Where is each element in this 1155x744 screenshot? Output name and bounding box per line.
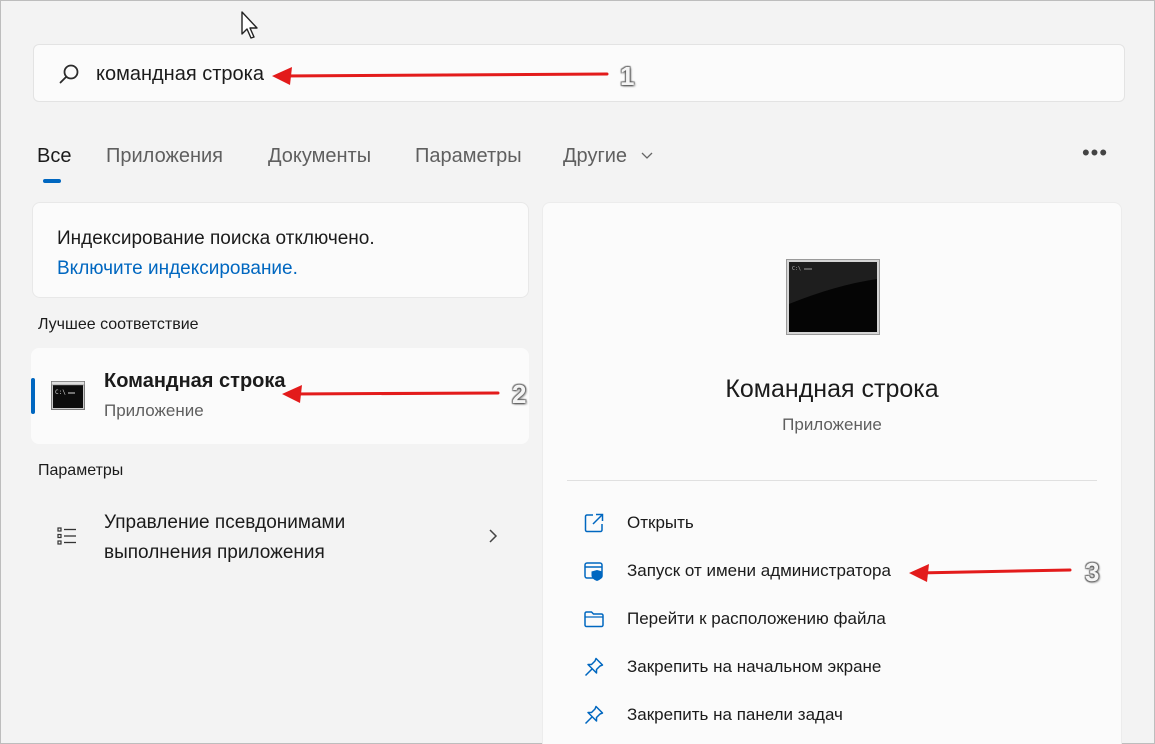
more-options-button[interactable]: ••• bbox=[1080, 141, 1110, 165]
search-input[interactable] bbox=[96, 58, 656, 90]
action-open-file-location-label: Перейти к расположению файла bbox=[627, 609, 886, 628]
action-run-as-admin[interactable]: Запуск от имени администратора bbox=[567, 551, 1097, 591]
detail-panel: C:\ Командная строка Приложение Открыть … bbox=[542, 202, 1122, 744]
pin-icon bbox=[584, 705, 604, 725]
annotation-number-2: 2 bbox=[512, 379, 527, 409]
action-run-as-admin-label: Запуск от имени администратора bbox=[627, 561, 891, 580]
indexing-notice-card: Индексирование поиска отключено. Включит… bbox=[32, 202, 529, 298]
folder-icon bbox=[584, 611, 604, 628]
svg-text:C:\: C:\ bbox=[792, 266, 801, 272]
detail-divider bbox=[567, 480, 1097, 481]
mouse-cursor-icon bbox=[241, 11, 258, 39]
command-prompt-icon: C:\ bbox=[51, 381, 85, 410]
best-match-result[interactable]: C:\ Командная строка Приложение bbox=[31, 348, 529, 444]
best-match-subtitle: Приложение bbox=[104, 401, 204, 420]
settings-item-line2: выполнения приложения bbox=[104, 542, 325, 563]
chevron-down-icon[interactable] bbox=[640, 150, 654, 160]
action-open-file-location[interactable]: Перейти к расположению файла bbox=[567, 599, 1097, 639]
open-icon bbox=[584, 513, 604, 533]
action-pin-to-start-label: Закрепить на начальном экране bbox=[627, 657, 882, 676]
settings-heading: Параметры bbox=[38, 462, 124, 479]
best-match-heading: Лучшее соответствие bbox=[38, 316, 199, 333]
tab-settings[interactable]: Параметры bbox=[415, 144, 522, 168]
search-icon bbox=[59, 64, 79, 84]
selection-accent bbox=[31, 378, 35, 414]
action-pin-to-taskbar-label: Закрепить на панели задач bbox=[627, 705, 843, 724]
tab-apps[interactable]: Приложения bbox=[106, 144, 223, 168]
settings-result-app-aliases[interactable]: Управление псевдонимами выполнения прило… bbox=[31, 498, 529, 582]
action-open[interactable]: Открыть bbox=[567, 503, 1097, 543]
settings-item-line1: Управление псевдонимами bbox=[104, 512, 346, 533]
list-settings-icon bbox=[57, 527, 76, 545]
best-match-title: Командная строка bbox=[104, 370, 286, 392]
enable-indexing-link[interactable]: Включите индексирование. bbox=[57, 258, 298, 280]
shield-icon bbox=[584, 562, 603, 581]
detail-title: Командная строка bbox=[725, 375, 939, 403]
detail-subtitle: Приложение bbox=[782, 415, 882, 434]
svg-text:C:\: C:\ bbox=[55, 389, 66, 396]
command-prompt-large-icon: C:\ bbox=[786, 259, 880, 335]
action-open-label: Открыть bbox=[627, 513, 694, 532]
annotation-number-3: 3 bbox=[1085, 557, 1100, 587]
tab-all[interactable]: Все bbox=[37, 144, 71, 168]
indexing-notice-text: Индексирование поиска отключено. bbox=[57, 228, 375, 249]
tab-other[interactable]: Другие bbox=[563, 144, 627, 168]
pin-icon bbox=[584, 657, 604, 677]
active-tab-indicator bbox=[43, 179, 61, 183]
chevron-right-icon bbox=[489, 529, 498, 543]
tab-documents[interactable]: Документы bbox=[268, 144, 371, 168]
action-pin-to-start[interactable]: Закрепить на начальном экране bbox=[567, 647, 1097, 687]
search-box[interactable] bbox=[33, 44, 1125, 102]
annotation-number-1: 1 bbox=[620, 61, 635, 91]
action-pin-to-taskbar[interactable]: Закрепить на панели задач bbox=[567, 695, 1097, 735]
